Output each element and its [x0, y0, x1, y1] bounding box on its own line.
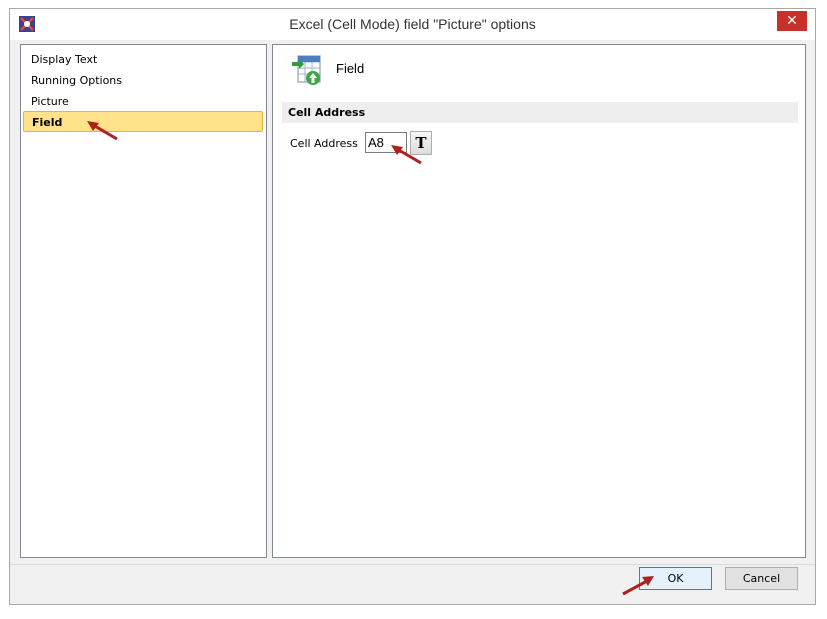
nav-item-label: Display Text — [31, 53, 98, 66]
section-header-cell-address: Cell Address — [282, 102, 798, 123]
nav-item-picture[interactable]: Picture — [23, 91, 263, 112]
field-options-panel: Field Cell Address Cell Address T — [272, 44, 806, 558]
cancel-button[interactable]: Cancel — [725, 567, 798, 590]
cell-address-label: Cell Address — [290, 137, 358, 150]
ok-button[interactable]: OK — [639, 567, 712, 590]
title-bar[interactable]: Excel (Cell Mode) field "Picture" option… — [10, 9, 815, 40]
nav-item-field[interactable]: Field — [23, 111, 263, 132]
field-icon — [292, 55, 321, 85]
close-button[interactable]: ✕ — [777, 11, 807, 31]
panel-title: Field — [336, 61, 365, 76]
text-format-button[interactable]: T — [410, 131, 432, 155]
cell-address-input[interactable] — [365, 132, 407, 153]
window-title: Excel (Cell Mode) field "Picture" option… — [289, 16, 536, 32]
nav-item-running-options[interactable]: Running Options — [23, 70, 263, 91]
nav-item-display-text[interactable]: Display Text — [23, 49, 263, 70]
footer-divider — [10, 564, 815, 565]
nav-item-label: Field — [32, 116, 63, 129]
options-nav-list: Display Text Running Options Picture Fie… — [20, 44, 267, 558]
nav-item-label: Picture — [31, 95, 69, 108]
options-dialog: Excel (Cell Mode) field "Picture" option… — [9, 8, 816, 605]
nav-item-label: Running Options — [31, 74, 123, 87]
